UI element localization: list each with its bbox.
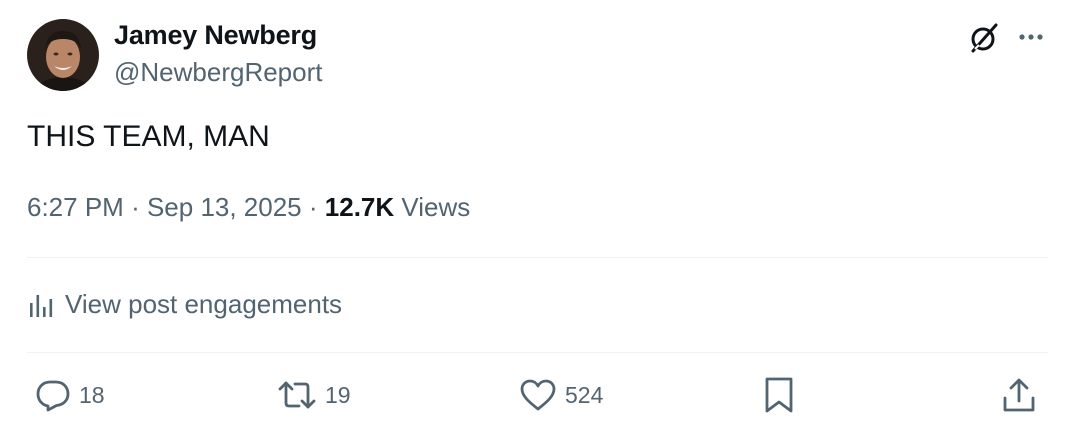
post-meta: 6:27 PM · Sep 13, 2025 · 12.7K Views — [27, 192, 470, 223]
like-button[interactable]: 524 — [519, 375, 603, 415]
views-label: Views — [401, 192, 471, 222]
reply-icon — [36, 380, 70, 412]
more-icon[interactable] — [1014, 24, 1048, 50]
repost-icon — [278, 381, 316, 409]
post-time[interactable]: 6:27 PM — [27, 192, 124, 222]
author-name[interactable]: Jamey Newberg — [114, 20, 317, 51]
like-count: 524 — [565, 381, 604, 408]
divider — [27, 257, 1048, 258]
post-date[interactable]: Sep 13, 2025 — [147, 192, 302, 222]
avatar[interactable] — [27, 19, 99, 91]
avatar-photo — [27, 19, 99, 91]
meta-separator: · — [308, 192, 325, 222]
view-engagements-label: View post engagements — [65, 288, 343, 319]
share-icon — [1003, 378, 1035, 412]
analytics-icon — [30, 295, 53, 317]
grok-icon[interactable] — [966, 20, 1002, 56]
meta-separator: · — [131, 192, 147, 222]
share-button[interactable] — [1000, 375, 1038, 415]
heart-icon — [520, 379, 556, 411]
repost-count: 19 — [325, 381, 351, 408]
reply-button[interactable]: 18 — [35, 375, 105, 415]
author-handle[interactable]: @NewbergReport — [114, 57, 322, 88]
bookmark-button[interactable] — [762, 375, 796, 415]
view-engagements-link[interactable]: View post engagements — [27, 286, 342, 322]
bookmark-icon — [765, 377, 793, 413]
post-text: THIS TEAM, MAN — [27, 120, 270, 153]
divider — [27, 352, 1048, 353]
reply-count: 18 — [79, 381, 105, 408]
repost-button[interactable]: 19 — [277, 375, 351, 415]
views-count: 12.7K — [324, 192, 402, 222]
